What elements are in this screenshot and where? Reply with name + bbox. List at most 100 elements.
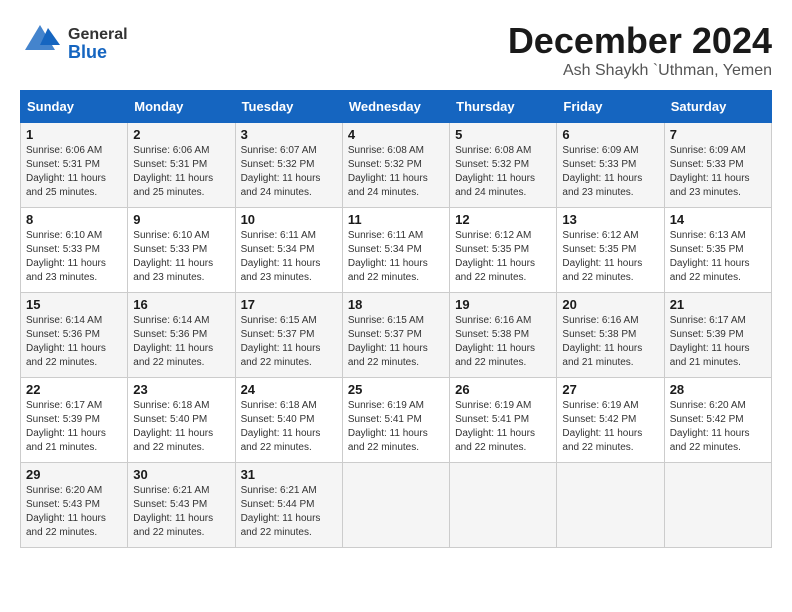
day-info: Sunrise: 6:18 AMSunset: 5:40 PMDaylight:…	[241, 399, 337, 455]
logo-general-text: General	[68, 27, 128, 43]
day-info: Sunrise: 6:11 AMSunset: 5:34 PMDaylight:…	[348, 229, 444, 285]
calendar-cell: 14 Sunrise: 6:13 AMSunset: 5:35 PMDayligh…	[664, 208, 771, 293]
day-info: Sunrise: 6:16 AMSunset: 5:38 PMDaylight:…	[455, 314, 551, 370]
calendar-cell: 23 Sunrise: 6:18 AMSunset: 5:40 PMDayligh…	[128, 378, 235, 463]
calendar-cell: 29 Sunrise: 6:20 AMSunset: 5:43 PMDayligh…	[21, 463, 128, 548]
day-info: Sunrise: 6:15 AMSunset: 5:37 PMDaylight:…	[241, 314, 337, 370]
calendar-cell: 21Sunrise: 6:17 AMSunset: 5:39 PMDayligh…	[664, 293, 771, 378]
logo-name: General Blue	[68, 27, 128, 61]
day-number: 23	[133, 382, 229, 397]
calendar-cell: 2Sunrise: 6:06 AMSunset: 5:31 PMDaylight…	[128, 123, 235, 208]
day-info: Sunrise: 6:14 AMSunset: 5:36 PMDaylight:…	[26, 314, 122, 370]
day-number: 15	[26, 297, 122, 312]
calendar-cell	[450, 463, 557, 548]
day-info: Sunrise: 6:11 AMSunset: 5:34 PMDaylight:…	[241, 229, 337, 285]
calendar-cell: 24 Sunrise: 6:18 AMSunset: 5:40 PMDayligh…	[235, 378, 342, 463]
calendar-cell: 18 Sunrise: 6:15 AMSunset: 5:37 PMDayligh…	[342, 293, 449, 378]
day-number: 4	[348, 127, 444, 142]
day-number: 30	[133, 467, 229, 482]
day-info: Sunrise: 6:07 AMSunset: 5:32 PMDaylight:…	[241, 144, 337, 200]
header: General Blue December 2024 Ash Shaykh `U…	[20, 20, 772, 80]
day-info: Sunrise: 6:08 AMSunset: 5:32 PMDaylight:…	[348, 144, 444, 200]
day-number: 8	[26, 212, 122, 227]
calendar-cell: 17 Sunrise: 6:15 AMSunset: 5:37 PMDayligh…	[235, 293, 342, 378]
day-info: Sunrise: 6:19 AMSunset: 5:42 PMDaylight:…	[562, 399, 658, 455]
calendar-cell: 25 Sunrise: 6:19 AMSunset: 5:41 PMDayligh…	[342, 378, 449, 463]
day-number: 5	[455, 127, 551, 142]
calendar-cell: 6Sunrise: 6:09 AMSunset: 5:33 PMDaylight…	[557, 123, 664, 208]
day-info: Sunrise: 6:15 AMSunset: 5:37 PMDaylight:…	[348, 314, 444, 370]
logo-icon	[20, 20, 60, 68]
day-number: 2	[133, 127, 229, 142]
weekday-header-thursday: Thursday	[450, 91, 557, 123]
day-number: 3	[241, 127, 337, 142]
calendar-week-2: 8 Sunrise: 6:10 AMSunset: 5:33 PMDaylight…	[21, 208, 772, 293]
day-info: Sunrise: 6:17 AMSunset: 5:39 PMDaylight:…	[670, 314, 766, 370]
day-number: 9	[133, 212, 229, 227]
calendar-week-4: 22 Sunrise: 6:17 AMSunset: 5:39 PMDayligh…	[21, 378, 772, 463]
calendar-table: SundayMondayTuesdayWednesdayThursdayFrid…	[20, 90, 772, 548]
day-info: Sunrise: 6:20 AMSunset: 5:42 PMDaylight:…	[670, 399, 766, 455]
day-info: Sunrise: 6:08 AMSunset: 5:32 PMDaylight:…	[455, 144, 551, 200]
logo: General Blue	[20, 20, 128, 68]
calendar-week-5: 29 Sunrise: 6:20 AMSunset: 5:43 PMDayligh…	[21, 463, 772, 548]
calendar-cell	[664, 463, 771, 548]
calendar-cell: 13 Sunrise: 6:12 AMSunset: 5:35 PMDayligh…	[557, 208, 664, 293]
day-number: 20	[562, 297, 658, 312]
location-title: Ash Shaykh `Uthman, Yemen	[508, 62, 772, 80]
calendar-cell: 19 Sunrise: 6:16 AMSunset: 5:38 PMDayligh…	[450, 293, 557, 378]
day-info: Sunrise: 6:10 AMSunset: 5:33 PMDaylight:…	[133, 229, 229, 285]
calendar-cell: 7 Sunrise: 6:09 AMSunset: 5:33 PMDaylight…	[664, 123, 771, 208]
day-number: 29	[26, 467, 122, 482]
day-number: 16	[133, 297, 229, 312]
day-number: 10	[241, 212, 337, 227]
weekday-header-friday: Friday	[557, 91, 664, 123]
day-number: 26	[455, 382, 551, 397]
day-info: Sunrise: 6:09 AMSunset: 5:33 PMDaylight:…	[562, 144, 658, 200]
day-number: 14	[670, 212, 766, 227]
calendar-week-3: 15 Sunrise: 6:14 AMSunset: 5:36 PMDayligh…	[21, 293, 772, 378]
calendar-week-1: 1Sunrise: 6:06 AMSunset: 5:31 PMDaylight…	[21, 123, 772, 208]
day-info: Sunrise: 6:17 AMSunset: 5:39 PMDaylight:…	[26, 399, 122, 455]
day-number: 13	[562, 212, 658, 227]
day-info: Sunrise: 6:12 AMSunset: 5:35 PMDaylight:…	[562, 229, 658, 285]
day-number: 19	[455, 297, 551, 312]
day-info: Sunrise: 6:14 AMSunset: 5:36 PMDaylight:…	[133, 314, 229, 370]
day-info: Sunrise: 6:18 AMSunset: 5:40 PMDaylight:…	[133, 399, 229, 455]
day-info: Sunrise: 6:21 AMSunset: 5:44 PMDaylight:…	[241, 484, 337, 540]
day-info: Sunrise: 6:09 AMSunset: 5:33 PMDaylight:…	[670, 144, 766, 200]
day-number: 18	[348, 297, 444, 312]
day-number: 12	[455, 212, 551, 227]
day-number: 22	[26, 382, 122, 397]
calendar-cell: 4 Sunrise: 6:08 AMSunset: 5:32 PMDaylight…	[342, 123, 449, 208]
day-number: 28	[670, 382, 766, 397]
weekday-header-wednesday: Wednesday	[342, 91, 449, 123]
calendar-cell: 20 Sunrise: 6:16 AMSunset: 5:38 PMDayligh…	[557, 293, 664, 378]
day-info: Sunrise: 6:13 AMSunset: 5:35 PMDaylight:…	[670, 229, 766, 285]
day-info: Sunrise: 6:20 AMSunset: 5:43 PMDaylight:…	[26, 484, 122, 540]
day-info: Sunrise: 6:19 AMSunset: 5:41 PMDaylight:…	[348, 399, 444, 455]
day-number: 25	[348, 382, 444, 397]
day-info: Sunrise: 6:16 AMSunset: 5:38 PMDaylight:…	[562, 314, 658, 370]
calendar-cell: 12 Sunrise: 6:12 AMSunset: 5:35 PMDayligh…	[450, 208, 557, 293]
day-info: Sunrise: 6:19 AMSunset: 5:41 PMDaylight:…	[455, 399, 551, 455]
calendar-cell: 26 Sunrise: 6:19 AMSunset: 5:41 PMDayligh…	[450, 378, 557, 463]
day-info: Sunrise: 6:10 AMSunset: 5:33 PMDaylight:…	[26, 229, 122, 285]
day-info: Sunrise: 6:12 AMSunset: 5:35 PMDaylight:…	[455, 229, 551, 285]
day-info: Sunrise: 6:06 AMSunset: 5:31 PMDaylight:…	[26, 144, 122, 200]
weekday-header-row: SundayMondayTuesdayWednesdayThursdayFrid…	[21, 91, 772, 123]
calendar-cell: 28 Sunrise: 6:20 AMSunset: 5:42 PMDayligh…	[664, 378, 771, 463]
day-number: 17	[241, 297, 337, 312]
day-number: 24	[241, 382, 337, 397]
calendar-cell: 1Sunrise: 6:06 AMSunset: 5:31 PMDaylight…	[21, 123, 128, 208]
calendar-cell: 30 Sunrise: 6:21 AMSunset: 5:43 PMDayligh…	[128, 463, 235, 548]
weekday-header-tuesday: Tuesday	[235, 91, 342, 123]
calendar-cell: 10 Sunrise: 6:11 AMSunset: 5:34 PMDayligh…	[235, 208, 342, 293]
weekday-header-saturday: Saturday	[664, 91, 771, 123]
day-number: 31	[241, 467, 337, 482]
day-number: 7	[670, 127, 766, 142]
month-title: December 2024	[508, 20, 772, 62]
day-info: Sunrise: 6:21 AMSunset: 5:43 PMDaylight:…	[133, 484, 229, 540]
day-number: 27	[562, 382, 658, 397]
calendar-cell: 22 Sunrise: 6:17 AMSunset: 5:39 PMDayligh…	[21, 378, 128, 463]
